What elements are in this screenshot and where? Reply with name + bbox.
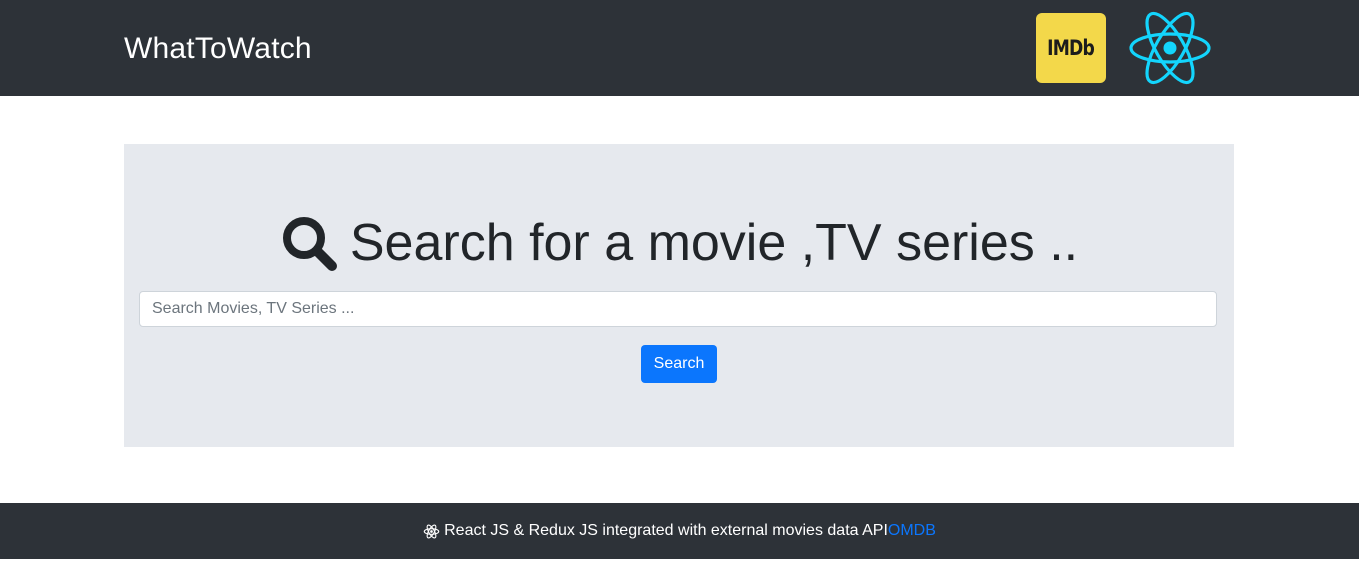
search-input[interactable]	[139, 291, 1217, 327]
omdb-link[interactable]: OMDB	[888, 522, 936, 540]
search-button[interactable]: Search	[641, 345, 717, 383]
react-logo-icon[interactable]	[1128, 11, 1212, 85]
search-heading-text: Search for a movie ,TV series ..	[349, 214, 1079, 272]
navbar: WhatToWatch IMDb	[0, 0, 1359, 96]
search-heading: Search for a movie ,TV series ..	[124, 210, 1234, 276]
search-panel: Search for a movie ,TV series .. Search	[124, 144, 1234, 447]
search-icon	[282, 217, 337, 271]
react-atom-icon	[423, 524, 440, 538]
brand-link[interactable]: WhatToWatch	[124, 30, 312, 68]
imdb-logo-text: IMDb	[1047, 36, 1096, 60]
imdb-logo[interactable]: IMDb	[1036, 13, 1106, 83]
footer-text: React JS & Redux JS integrated with exte…	[444, 522, 888, 539]
footer: React JS & Redux JS integrated with exte…	[0, 503, 1359, 559]
